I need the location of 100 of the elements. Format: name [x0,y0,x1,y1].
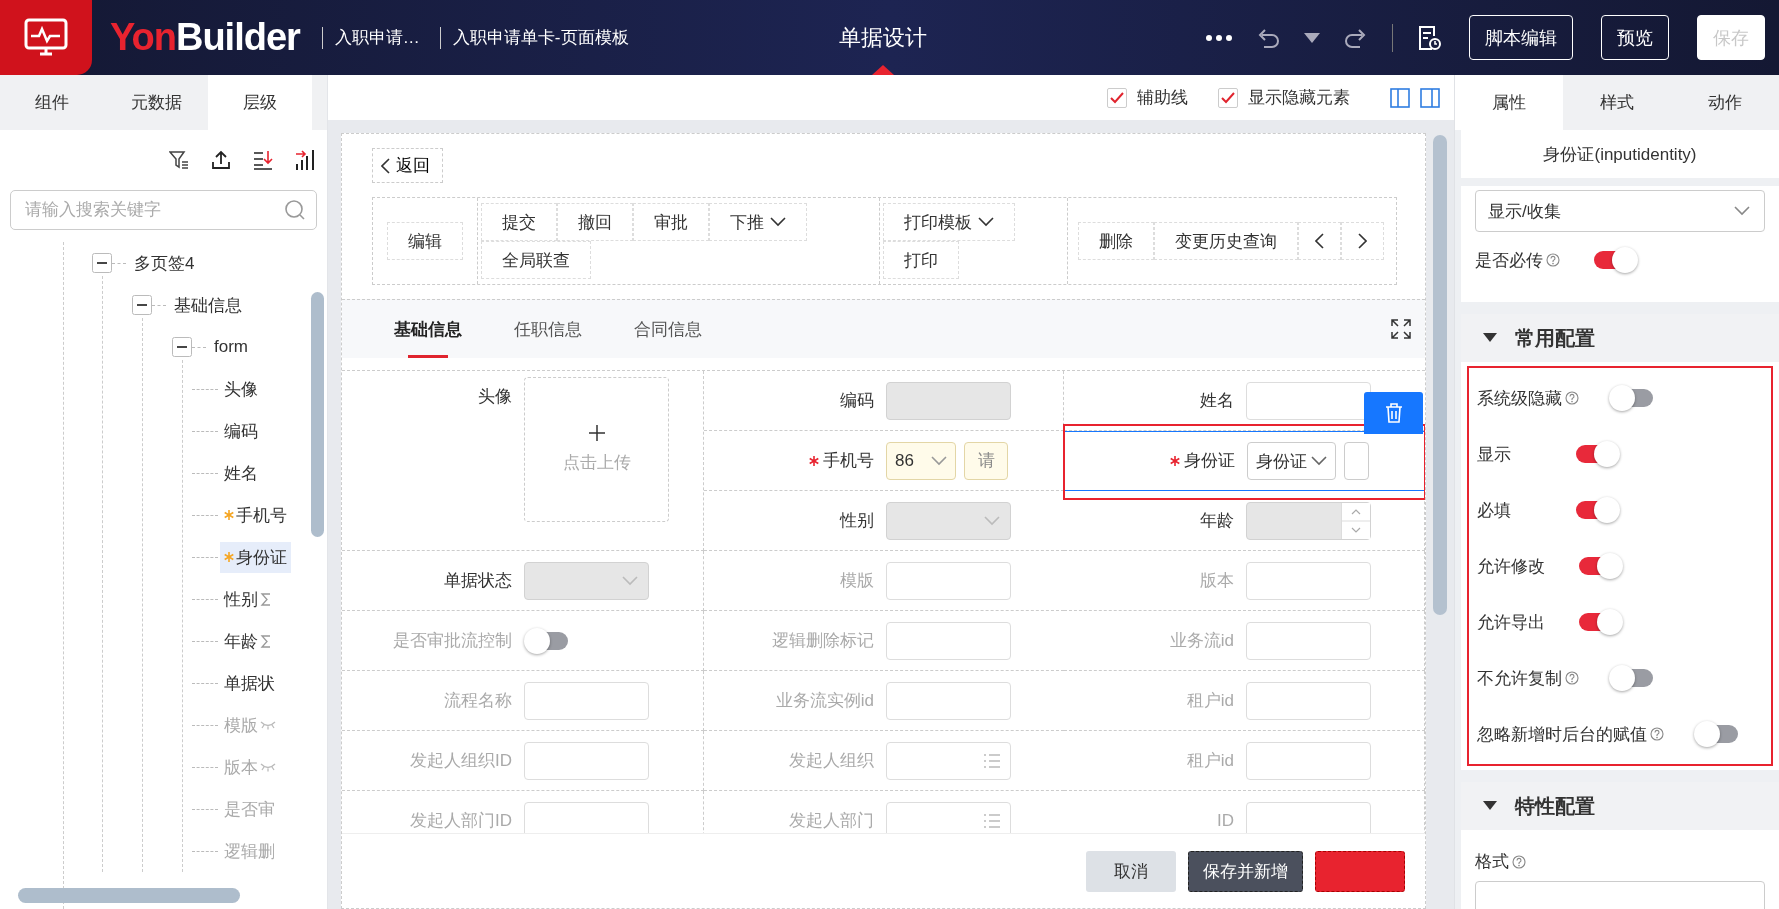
field-label: 逻辑删除标记 [771,630,874,651]
cancel-button[interactable]: 取消 [1086,850,1176,892]
collapse-icon[interactable] [132,295,152,315]
split-view-icon[interactable] [1420,87,1440,108]
toolbar-button[interactable]: 编辑 [387,222,463,260]
field-label: 发起人组织 [788,750,874,771]
tree-item[interactable]: 基础信息 [170,289,246,321]
input-field[interactable] [1246,801,1371,833]
country-code-select[interactable]: 86 [886,441,956,480]
fullscreen-icon[interactable] [1391,319,1411,339]
reference-field[interactable] [886,741,1011,780]
split-view-icon[interactable] [1390,87,1410,108]
tree-item[interactable]: 姓名 [220,457,262,489]
tree-item[interactable]: 单据状 [220,667,279,699]
toolbar-button[interactable]: 撤回 [557,203,633,241]
toolbar-button[interactable]: 提交 [481,203,557,241]
input-field[interactable] [886,681,1011,720]
phone-input[interactable]: 请 [964,441,1008,480]
checkbox-label[interactable]: 显示隐藏元素 [1248,86,1350,109]
tree-item[interactable]: 手机号 [220,499,291,531]
input-field[interactable] [524,741,649,780]
input-field[interactable] [1246,561,1371,600]
save-and-new-button[interactable]: 保存并新增 [1188,850,1303,892]
field-label: 姓名 [1199,390,1234,411]
tree-item[interactable]: 头像 [220,373,262,405]
tree-item[interactable]: 编码 [220,415,262,447]
field-label: 流程名称 [443,690,512,711]
chevron-down-icon [931,455,947,466]
caret-down-icon[interactable] [1304,32,1320,43]
breadcrumb[interactable]: 入职申请单卡-页面模板 [439,26,641,49]
primary-button[interactable] [1315,850,1405,892]
tab[interactable]: 合同信息 [622,300,714,358]
input-field[interactable] [1246,681,1371,720]
scrollbar[interactable] [311,292,324,537]
field-label: 发起人部门 [788,810,874,831]
delete-button[interactable] [1364,392,1423,434]
toolbar-button[interactable]: 预览 [1601,15,1669,60]
toolbar-button[interactable]: 全局联查 [481,241,591,279]
panel-tab[interactable]: 属性 [1455,75,1563,130]
checkbox-label[interactable]: 辅助线 [1137,86,1188,109]
setting-label: 系统级隐藏 [1477,387,1562,410]
panel-tab[interactable]: 层级 [208,75,312,130]
toolbar-button[interactable]: 打印 [883,241,959,279]
undo-icon[interactable] [1256,26,1280,49]
upload-icon[interactable] [211,150,231,170]
toolbar-button[interactable]: 下推 [709,203,807,241]
search-field[interactable]: 请输入搜索关键字 [10,190,317,230]
setting-label: 是否必传 [1475,249,1543,272]
select-field[interactable]: 显示/收集 [1475,190,1765,232]
collapse-icon[interactable] [172,337,192,357]
field-label: ID [1216,810,1234,831]
chevron-down-icon [978,217,994,227]
field-label: 发起人部门ID [409,810,512,831]
logo-icon [0,0,92,75]
panel-tab[interactable]: 组件 [0,75,104,130]
toolbar-button[interactable]: 审批 [633,203,709,241]
field-label: 租户id [1185,750,1234,771]
input-field[interactable] [524,681,649,720]
tree-item[interactable]: 身份证 [220,541,291,573]
sort-icon[interactable] [253,150,273,170]
tree-item[interactable]: 性别 [220,583,276,615]
scrollbar[interactable] [1433,135,1447,615]
field-label: 手机号 [704,450,874,471]
tab[interactable]: 任职信息 [502,300,594,358]
toolbar-button[interactable]: 脚本编辑 [1469,15,1573,60]
bar-chart-icon[interactable] [295,149,315,171]
input-field[interactable] [1246,381,1371,420]
input-field[interactable] [1246,741,1371,780]
breadcrumb[interactable]: 入职申请… [321,26,432,49]
input-field[interactable] [886,561,1011,600]
tree-item[interactable]: 年龄 [220,625,276,657]
input-field[interactable] [524,801,649,833]
tree-item[interactable]: form [210,333,252,361]
next-button[interactable] [1341,222,1384,260]
collapse-icon[interactable] [92,253,112,273]
search-input[interactable]: 请输入搜索关键字 [23,191,284,229]
scrollbar[interactable] [18,888,240,903]
id-type-select[interactable]: 身份证 [1247,442,1336,480]
more-icon[interactable] [1206,34,1232,41]
reference-field[interactable] [886,801,1011,833]
filter-icon[interactable] [169,150,189,170]
chevron-down-icon [1734,206,1750,216]
previous-button[interactable] [1298,222,1341,260]
back-button[interactable]: 返回 [372,148,443,183]
redo-icon[interactable] [1344,26,1368,49]
field-label: 头像 [477,387,512,407]
tab[interactable]: 基础信息 [382,300,474,358]
document-clock-icon[interactable] [1417,24,1441,51]
checkbox[interactable] [1107,87,1127,108]
tree-item[interactable]: 多页签4 [130,247,199,279]
checkbox[interactable] [1218,87,1238,108]
toolbar-button[interactable]: 打印模板 [883,203,1015,241]
toolbar-button[interactable]: 删除 [1078,222,1154,260]
id-input[interactable] [1344,442,1369,480]
panel-tab[interactable]: 元数据 [104,75,208,130]
setting-label: 不允许复制 [1477,667,1562,690]
input-field[interactable] [886,621,1011,660]
help-icon [1546,253,1560,267]
input-field[interactable] [1246,621,1371,660]
toolbar-button[interactable]: 变更历史查询 [1154,222,1298,260]
